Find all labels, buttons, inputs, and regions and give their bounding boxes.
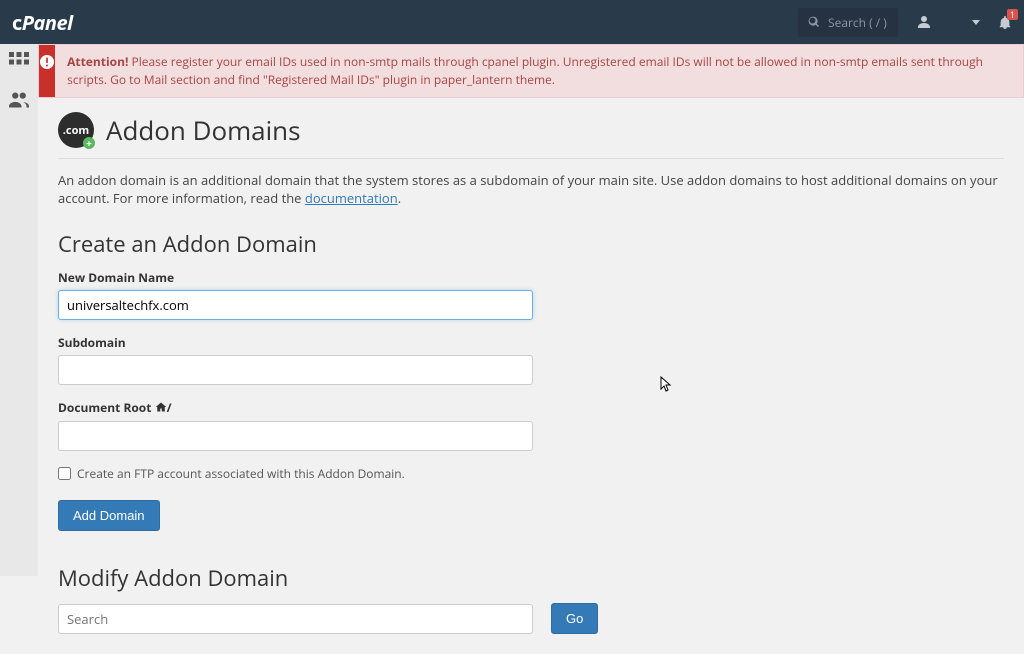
notification-badge: 1 xyxy=(1007,9,1018,20)
plus-badge-icon: + xyxy=(83,137,95,149)
alert-body: Please register your email IDs used in n… xyxy=(67,53,983,88)
docroot-label: Document Root / xyxy=(58,399,1004,417)
cpanel-logo[interactable]: cPanel xyxy=(12,9,73,36)
search-icon xyxy=(808,16,820,28)
documentation-link[interactable]: documentation xyxy=(305,189,398,207)
chevron-down-icon xyxy=(972,20,980,25)
user-icon xyxy=(916,14,932,30)
left-sidebar xyxy=(0,44,38,576)
sidebar-item-apps[interactable] xyxy=(9,52,29,76)
exclamation-icon xyxy=(40,55,54,69)
alert-text: Attention! Please register your email ID… xyxy=(55,45,1023,97)
go-button[interactable]: Go xyxy=(551,603,598,634)
modify-search-input[interactable] xyxy=(58,604,533,634)
home-icon xyxy=(155,400,167,417)
alert-icon-wrap xyxy=(39,45,55,97)
users-icon xyxy=(9,90,29,110)
page-title-row: .com + Addon Domains xyxy=(58,112,1004,148)
addon-domains-icon: .com + xyxy=(58,112,94,148)
page-title: Addon Domains xyxy=(106,112,301,148)
docroot-input[interactable] xyxy=(58,421,533,451)
create-heading: Create an Addon Domain xyxy=(58,229,1004,259)
grid-icon xyxy=(9,52,29,72)
subdomain-label: Subdomain xyxy=(58,334,1004,351)
subdomain-input[interactable] xyxy=(58,355,533,385)
add-domain-button[interactable]: Add Domain xyxy=(58,500,160,531)
header-dropdown[interactable] xyxy=(950,20,980,25)
search-placeholder: Search ( / ) xyxy=(828,14,887,31)
page-description: An addon domain is an additional domain … xyxy=(58,171,1004,207)
notifications[interactable]: 1 xyxy=(998,15,1012,29)
create-ftp-label: Create an FTP account associated with th… xyxy=(77,465,405,482)
create-ftp-checkbox[interactable] xyxy=(58,467,71,480)
header-search[interactable]: Search ( / ) xyxy=(798,8,898,37)
divider xyxy=(58,158,1004,159)
alert-bold: Attention! xyxy=(67,53,128,70)
new-domain-input[interactable] xyxy=(58,290,533,320)
main-content: Attention! Please register your email ID… xyxy=(38,44,1024,576)
sidebar-item-users[interactable] xyxy=(9,90,29,114)
modify-heading: Modify Addon Domain xyxy=(58,563,1004,593)
attention-alert: Attention! Please register your email ID… xyxy=(38,44,1024,98)
new-domain-label: New Domain Name xyxy=(58,269,1004,286)
top-header: cPanel Search ( / ) 1 xyxy=(0,0,1024,44)
user-menu[interactable] xyxy=(916,14,932,30)
